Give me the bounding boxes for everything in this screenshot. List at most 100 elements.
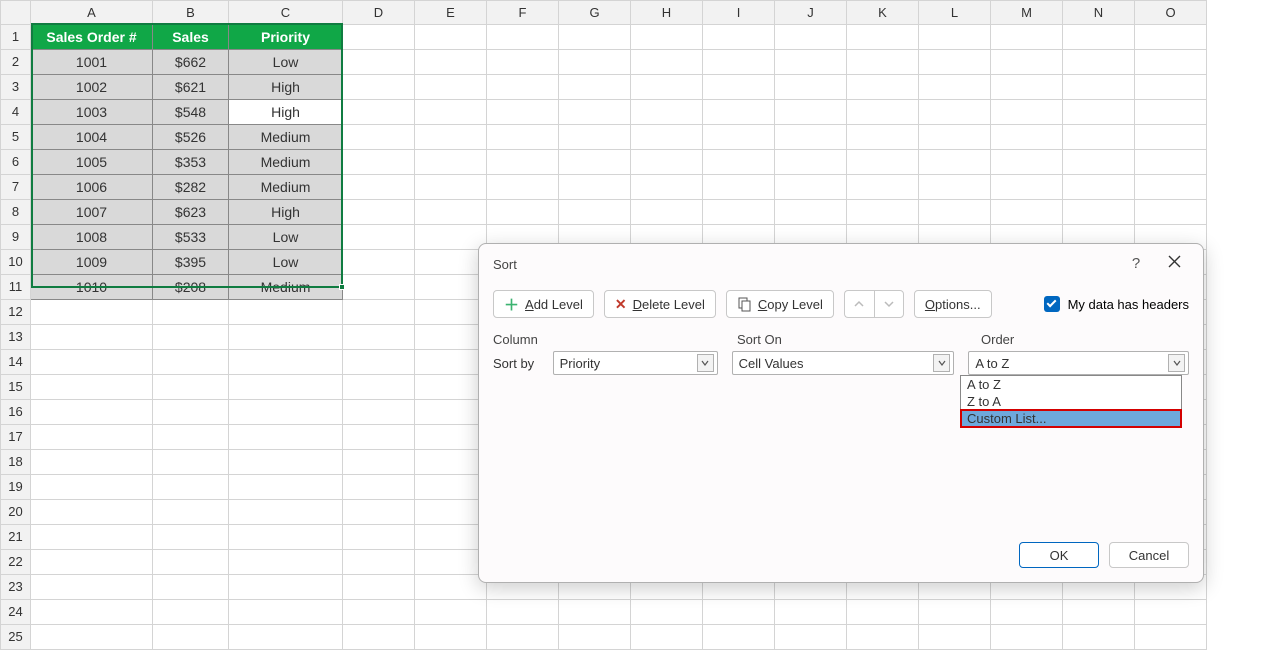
cell-B9[interactable]: $533 (153, 225, 229, 250)
cell-E23[interactable] (415, 575, 487, 600)
cell-E24[interactable] (415, 600, 487, 625)
cell-B17[interactable] (153, 425, 229, 450)
cell-D19[interactable] (343, 475, 415, 500)
cell-B10[interactable]: $395 (153, 250, 229, 275)
column-header-H[interactable]: H (631, 1, 703, 25)
column-header-K[interactable]: K (847, 1, 919, 25)
cell-A15[interactable] (31, 375, 153, 400)
cell-C8[interactable]: High (229, 200, 343, 225)
cell-H8[interactable] (631, 200, 703, 225)
cell-E6[interactable] (415, 150, 487, 175)
cell-D9[interactable] (343, 225, 415, 250)
cell-F24[interactable] (487, 600, 559, 625)
cell-N8[interactable] (1063, 200, 1135, 225)
row-header-1[interactable]: 1 (1, 25, 31, 50)
cell-E4[interactable] (415, 100, 487, 125)
cell-L3[interactable] (919, 75, 991, 100)
cell-C15[interactable] (229, 375, 343, 400)
cell-F25[interactable] (487, 625, 559, 650)
cell-D4[interactable] (343, 100, 415, 125)
cell-M4[interactable] (991, 100, 1063, 125)
row-header-2[interactable]: 2 (1, 50, 31, 75)
cell-J3[interactable] (775, 75, 847, 100)
cell-B15[interactable] (153, 375, 229, 400)
cell-C10[interactable]: Low (229, 250, 343, 275)
cell-I3[interactable] (703, 75, 775, 100)
cell-M6[interactable] (991, 150, 1063, 175)
cell-I24[interactable] (703, 600, 775, 625)
cell-D18[interactable] (343, 450, 415, 475)
sort-column-combo[interactable]: Priority (553, 351, 718, 375)
row-header-6[interactable]: 6 (1, 150, 31, 175)
cell-B25[interactable] (153, 625, 229, 650)
cell-N7[interactable] (1063, 175, 1135, 200)
move-up-button[interactable] (844, 290, 874, 318)
cell-A1[interactable]: Sales Order # (31, 25, 153, 50)
cell-J7[interactable] (775, 175, 847, 200)
cell-K7[interactable] (847, 175, 919, 200)
cell-F1[interactable] (487, 25, 559, 50)
dialog-titlebar[interactable]: Sort ? (479, 244, 1203, 284)
cell-I7[interactable] (703, 175, 775, 200)
cell-A6[interactable]: 1005 (31, 150, 153, 175)
cell-C16[interactable] (229, 400, 343, 425)
column-header-N[interactable]: N (1063, 1, 1135, 25)
cell-N4[interactable] (1063, 100, 1135, 125)
cell-I4[interactable] (703, 100, 775, 125)
delete-level-button[interactable]: ✕ Delete Level (604, 290, 716, 318)
column-header-B[interactable]: B (153, 1, 229, 25)
cell-E16[interactable] (415, 400, 487, 425)
cell-L6[interactable] (919, 150, 991, 175)
cell-E11[interactable] (415, 275, 487, 300)
sort-on-combo[interactable]: Cell Values (732, 351, 955, 375)
cell-L5[interactable] (919, 125, 991, 150)
cell-H3[interactable] (631, 75, 703, 100)
row-header-17[interactable]: 17 (1, 425, 31, 450)
cell-M5[interactable] (991, 125, 1063, 150)
cell-H6[interactable] (631, 150, 703, 175)
cell-K24[interactable] (847, 600, 919, 625)
cell-E12[interactable] (415, 300, 487, 325)
cell-G2[interactable] (559, 50, 631, 75)
cell-N25[interactable] (1063, 625, 1135, 650)
cell-E18[interactable] (415, 450, 487, 475)
cell-A18[interactable] (31, 450, 153, 475)
cell-B11[interactable]: $208 (153, 275, 229, 300)
cell-D21[interactable] (343, 525, 415, 550)
row-header-19[interactable]: 19 (1, 475, 31, 500)
cell-O6[interactable] (1135, 150, 1207, 175)
cell-L4[interactable] (919, 100, 991, 125)
cell-E7[interactable] (415, 175, 487, 200)
cell-D8[interactable] (343, 200, 415, 225)
cell-A16[interactable] (31, 400, 153, 425)
cell-C12[interactable] (229, 300, 343, 325)
cell-C22[interactable] (229, 550, 343, 575)
add-level-button[interactable]: ＋ Add Level (493, 290, 594, 318)
cell-H4[interactable] (631, 100, 703, 125)
cell-N3[interactable] (1063, 75, 1135, 100)
cell-B12[interactable] (153, 300, 229, 325)
combo-dropdown-button[interactable] (1168, 354, 1185, 372)
cell-C7[interactable]: Medium (229, 175, 343, 200)
cell-I2[interactable] (703, 50, 775, 75)
cell-B3[interactable]: $621 (153, 75, 229, 100)
cell-J5[interactable] (775, 125, 847, 150)
cell-E13[interactable] (415, 325, 487, 350)
cell-D25[interactable] (343, 625, 415, 650)
cell-G1[interactable] (559, 25, 631, 50)
options-button[interactable]: Options... (914, 290, 992, 318)
cell-B1[interactable]: Sales (153, 25, 229, 50)
cell-E20[interactable] (415, 500, 487, 525)
cell-H1[interactable] (631, 25, 703, 50)
cell-G3[interactable] (559, 75, 631, 100)
cell-N1[interactable] (1063, 25, 1135, 50)
cell-C6[interactable]: Medium (229, 150, 343, 175)
cell-M24[interactable] (991, 600, 1063, 625)
cell-K1[interactable] (847, 25, 919, 50)
cell-E14[interactable] (415, 350, 487, 375)
cell-D6[interactable] (343, 150, 415, 175)
cell-I5[interactable] (703, 125, 775, 150)
row-header-14[interactable]: 14 (1, 350, 31, 375)
cell-A11[interactable]: 1010 (31, 275, 153, 300)
cell-D22[interactable] (343, 550, 415, 575)
